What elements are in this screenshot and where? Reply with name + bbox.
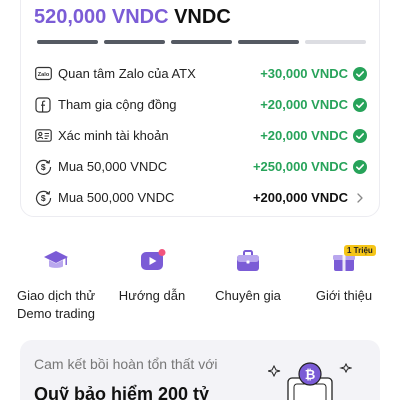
task-label: Xác minh tài khoản <box>58 128 169 143</box>
briefcase-icon <box>234 247 262 275</box>
shortcut-expert[interactable]: Chuyên gia <box>203 247 293 305</box>
shortcut-guide[interactable]: Hướng dẫn <box>107 247 197 305</box>
shortcut-label: Giới thiệu <box>315 288 373 303</box>
referral-badge: 1 Triệu <box>344 245 376 256</box>
check-circle-icon <box>352 128 368 144</box>
facebook-icon <box>34 96 52 114</box>
check-circle-icon <box>352 66 368 82</box>
progress-segment <box>238 40 299 44</box>
shortcut-demo-trading[interactable]: Giao dịch thử Demo trading <box>11 247 101 323</box>
task-reward: +20,000 VNDC <box>260 97 348 112</box>
task-reward: +250,000 VNDC <box>252 159 348 174</box>
task-reward: +200,000 VNDC <box>252 190 348 205</box>
dollar-cycle-icon: $ <box>34 189 52 207</box>
task-reward: +30,000 VNDC <box>260 66 348 81</box>
id-card-icon <box>34 127 52 145</box>
insurance-banner[interactable]: Cam kết bồi hoàn tổn thất với Quỹ bảo hi… <box>20 340 380 400</box>
svg-text:₿: ₿ <box>305 367 316 382</box>
svg-text:$: $ <box>40 193 45 203</box>
progress-segment <box>37 40 98 44</box>
shortcut-label: Giao dịch thử <box>16 288 96 303</box>
task-label: Mua 500,000 VNDC <box>58 190 175 205</box>
reward-currency: VNDC <box>174 6 231 28</box>
task-reward: +20,000 VNDC <box>260 128 348 143</box>
shortcut-referral[interactable]: 1 Triệu Giới thiệu <box>299 245 389 305</box>
graduation-cap-icon <box>42 247 70 275</box>
task-buy-50000[interactable]: $ Mua 50,000 VNDC +250,000 VNDC <box>34 151 368 182</box>
shortcut-label: Hướng dẫn <box>118 288 186 303</box>
video-guide-icon <box>138 247 166 275</box>
shortcut-label: Chuyên gia <box>215 288 281 303</box>
check-circle-icon <box>352 97 368 113</box>
svg-text:$: $ <box>40 162 45 172</box>
dollar-cycle-icon: $ <box>34 158 52 176</box>
task-follow-zalo[interactable]: Zalo Quan tâm Zalo của ATX +30,000 VNDC <box>34 58 368 89</box>
progress-segment <box>305 40 366 44</box>
progress-segment <box>104 40 165 44</box>
reward-task-list: Zalo Quan tâm Zalo của ATX +30,000 VNDC … <box>34 58 368 213</box>
insurance-title: Quỹ bảo hiểm 200 tỷ <box>34 384 210 400</box>
progress-segment <box>171 40 232 44</box>
task-buy-500000[interactable]: $ Mua 500,000 VNDC +200,000 VNDC <box>34 182 368 213</box>
check-circle-icon <box>352 159 368 175</box>
zalo-icon: Zalo <box>34 65 52 83</box>
task-join-community[interactable]: Tham gia cộng đồng +20,000 VNDC <box>34 89 368 120</box>
gift-icon: 1 Triệu <box>330 245 376 275</box>
task-label: Tham gia cộng đồng <box>58 97 177 112</box>
task-label: Mua 50,000 VNDC <box>58 159 168 174</box>
task-verify-account[interactable]: Xác minh tài khoản +20,000 VNDC <box>34 120 368 151</box>
shortcut-label-secondary: Demo trading <box>16 306 96 321</box>
insurance-subtitle: Cam kết bồi hoàn tổn thất với <box>34 356 218 372</box>
crypto-vault-illustration: ₿ <box>267 354 353 400</box>
task-label: Quan tâm Zalo của ATX <box>58 66 196 81</box>
reward-progress-bar <box>37 40 366 44</box>
chevron-right-icon <box>352 190 368 206</box>
reward-total: 520,000 VNDC VNDC <box>34 6 231 29</box>
reward-amount: 520,000 VNDC <box>34 6 169 28</box>
svg-text:Zalo: Zalo <box>37 72 49 78</box>
